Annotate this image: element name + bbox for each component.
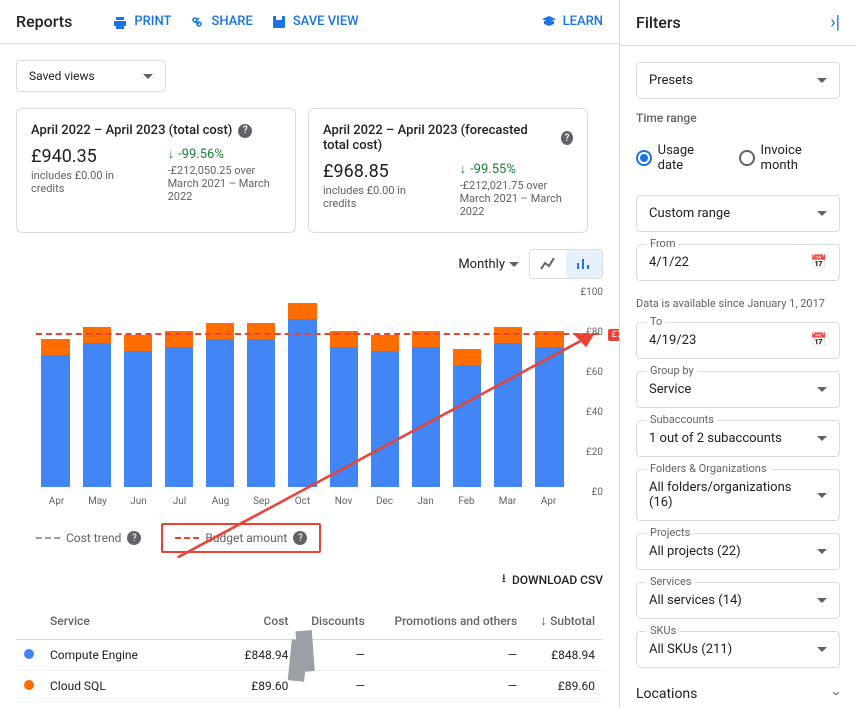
forecast-cost-card: April 2022 – April 2023 (forecasted tota… [308,108,588,233]
summary-cards: April 2022 – April 2023 (total cost)? £9… [16,108,603,233]
learn-icon [541,14,557,30]
table-row[interactable]: BigQuery£1.77——£1.77 [16,702,603,708]
services-dropdown[interactable]: Services All services (14) [636,582,840,619]
learn-button[interactable]: LEARN [541,14,603,30]
cost-chart: £77 £0£20£40£60£80£100 AprMayJunJulAugSe… [16,287,603,507]
chevron-down-icon [817,549,827,554]
presets-dropdown[interactable]: Presets [636,62,840,99]
down-arrow-icon: ↓ [460,161,467,177]
chevron-down-icon [817,493,827,498]
period-select[interactable]: Monthly [458,257,519,272]
print-icon [112,14,128,30]
date-range-dropdown[interactable]: Custom range [636,195,840,232]
chevron-down-icon [817,647,827,652]
group-by-dropdown[interactable]: Group by Service [636,371,840,408]
page-title: Reports [16,12,72,31]
legend-budget-amount: Budget amount ? [161,523,321,553]
chevron-down-icon [817,78,827,83]
legend-cost-trend: Cost trend ? [36,531,141,545]
download-icon: ⭳ [502,569,506,590]
down-arrow-icon: ↓ [168,146,175,162]
locations-section[interactable]: Locations › [636,680,840,707]
help-icon[interactable]: ? [561,131,573,145]
chevron-down-icon [817,387,827,392]
to-date-input[interactable]: To 4/19/23📅 [636,322,840,359]
calendar-icon: 📅 [811,333,827,348]
skus-dropdown[interactable]: SKUs All SKUs (211) [636,631,840,668]
col-subtotal[interactable]: ↓ Subtotal [525,602,603,640]
saved-views-dropdown[interactable]: Saved views [16,60,166,92]
from-date-input[interactable]: From 4/1/22📅 [636,244,840,281]
save-view-button[interactable]: SAVE VIEW [271,14,359,30]
help-icon[interactable]: ? [238,124,252,138]
chevron-down-icon [817,598,827,603]
download-csv-button[interactable]: ⭳ DOWNLOAD CSV [502,569,603,590]
cost-table: Service Cost Discounts Promotions and ot… [16,602,603,708]
line-chart-icon [539,255,557,273]
bar-chart-icon [575,255,593,273]
col-discounts[interactable]: Discounts [296,602,372,640]
time-range-label: Time range [636,111,840,125]
usage-date-radio[interactable]: Usage date [636,143,721,173]
col-promotions[interactable]: Promotions and others [373,602,525,640]
reports-header: Reports PRINT SHARE SAVE VIEW LEARN [0,0,619,44]
save-icon [271,14,287,30]
data-available-note: Data is available since January 1, 2017 [636,297,840,310]
share-button[interactable]: SHARE [189,14,252,30]
subaccounts-dropdown[interactable]: Subaccounts 1 out of 2 subaccounts [636,420,840,457]
share-icon [189,14,205,30]
col-service[interactable]: Service [42,602,231,640]
table-row[interactable]: Cloud SQL£89.60——£89.60 [16,671,603,702]
calendar-icon: 📅 [811,255,827,270]
bar-view-toggle[interactable] [566,250,602,278]
budget-badge: £77 [608,329,619,341]
chevron-down-icon [509,262,519,267]
table-row[interactable]: Compute Engine£848.94——£848.94 [16,640,603,671]
filters-title: Filters [636,13,681,32]
sort-desc-icon: ↓ [540,613,547,629]
chevron-down-icon [143,74,153,79]
invoice-month-radio[interactable]: Invoice month [739,143,840,173]
total-cost-card: April 2022 – April 2023 (total cost)? £9… [16,108,296,233]
help-icon[interactable]: ? [127,531,141,545]
chevron-down-icon [817,211,827,216]
line-view-toggle[interactable] [530,250,566,278]
collapse-sidebar-icon[interactable]: ›| [830,12,840,33]
folders-dropdown[interactable]: Folders & Organizations All folders/orga… [636,469,840,521]
print-button[interactable]: PRINT [112,14,171,30]
col-cost[interactable]: Cost [231,602,297,640]
projects-dropdown[interactable]: Projects All projects (22) [636,533,840,570]
help-icon[interactable]: ? [293,531,307,545]
chevron-down-icon [817,436,827,441]
chevron-down-icon: › [828,691,847,696]
